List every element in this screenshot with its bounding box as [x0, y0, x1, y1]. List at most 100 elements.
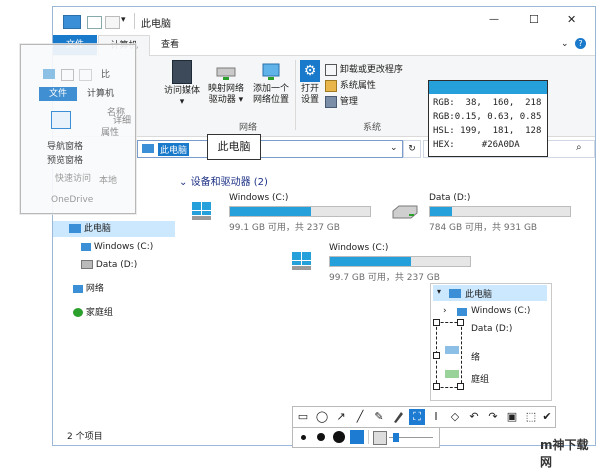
picker-row-hsl: HSL: 199, 181, 128 [433, 125, 541, 138]
address-path: 此电脑 [158, 143, 190, 156]
done-button[interactable]: ✔ [539, 409, 555, 425]
rectangle-tool[interactable]: ▭ [295, 409, 311, 425]
chevron-down-icon[interactable]: ⌄ [561, 39, 569, 49]
new-folder-icon[interactable] [105, 16, 120, 29]
nav-item-data-d[interactable]: Data (D:) [81, 257, 137, 273]
manage-label: 管理 [339, 97, 358, 107]
mosaic-pattern-icon[interactable] [350, 430, 364, 444]
system-properties-item[interactable]: 系统属性 [325, 78, 445, 94]
minimize-button[interactable]: — [489, 14, 499, 25]
copy-button[interactable]: ⬚ [523, 409, 539, 425]
open-settings-sub: 设置 [300, 95, 319, 105]
size-small-icon[interactable] [301, 435, 306, 440]
drive-data-d[interactable]: Data (D:) 784 GB 可用，共 931 GB [387, 191, 587, 235]
system-group-label: 系统 [362, 123, 381, 133]
color-picker-panel: RGB: 38, 160, 218 RGB:0.15, 0.63, 0.85 H… [428, 80, 548, 157]
window-title: 此电脑 [141, 19, 171, 30]
network-drive-icon [215, 60, 237, 82]
eraser-tool[interactable]: ◇ [447, 409, 463, 425]
nav-item-network[interactable]: 网络 [73, 281, 104, 297]
computer-icon [449, 289, 461, 298]
resize-handle[interactable] [457, 319, 464, 326]
drive-windows-c[interactable]: Windows (C:) 99.1 GB 可用，共 237 GB [187, 191, 377, 235]
hard-drive-icon [391, 205, 419, 219]
redo-button[interactable]: ↷ [485, 409, 501, 425]
marker-tool[interactable] [390, 409, 406, 425]
properties-icon[interactable] [87, 16, 102, 29]
nav-item-windows-c[interactable]: Windows (C:) [81, 239, 153, 255]
open-settings-button[interactable]: ⚙ 打开 设置 [297, 60, 323, 106]
undo-button[interactable]: ↶ [466, 409, 482, 425]
close-button[interactable]: ✕ [567, 13, 576, 26]
ghost-quick-access: 快速访问 [55, 174, 92, 184]
drive-icon [457, 308, 467, 316]
title-bar: ▾ 此电脑 — ☐ ✕ [53, 7, 595, 35]
nav-item-homegroup[interactable]: 家庭组 [73, 305, 113, 321]
drive-icon [81, 242, 91, 251]
chevron-down-icon[interactable]: ▾ [121, 15, 126, 25]
row-label: RGB: [433, 98, 455, 108]
ellipse-tool[interactable]: ◯ [314, 409, 330, 425]
color-swatch [429, 81, 547, 94]
drive-icon [81, 260, 93, 269]
access-media-button[interactable]: 访问媒体 ▾ [161, 60, 203, 108]
open-settings-label: 打开 [300, 84, 319, 94]
add-location-sub: 网络位置 [252, 95, 289, 105]
resize-handle[interactable] [433, 383, 440, 390]
network-icon [73, 284, 83, 293]
map-network-drive-button[interactable]: 映射网络 驱动器 ▾ [205, 60, 247, 106]
nav-label: Windows (C:) [93, 242, 154, 252]
homegroup-icon [73, 308, 83, 317]
ghost-tab-file: 文件 [39, 87, 77, 101]
drive-name: Windows (C:) [329, 243, 389, 253]
new-folder-icon [79, 69, 92, 81]
uninstall-label: 卸载或更改程序 [339, 65, 403, 75]
mosaic-tool[interactable]: ⛶ [409, 409, 425, 425]
devices-group-header[interactable]: ⌄ 设备和驱动器 (2) [179, 173, 268, 188]
system-small-items: 卸载或更改程序 系统属性 管理 [325, 62, 445, 110]
drive-usage-fill [230, 207, 312, 216]
ribbon-divider [295, 60, 296, 130]
resize-handle[interactable] [457, 383, 464, 390]
resize-handle[interactable] [433, 319, 440, 326]
computer-icon [63, 15, 81, 29]
ghost-tab-computer: 计算机 [87, 89, 115, 99]
save-button[interactable]: ▣ [504, 409, 520, 425]
nav-item-this-pc[interactable]: 此电脑 [53, 221, 175, 237]
help-icon[interactable]: ? [575, 38, 586, 49]
drive-windows-c-copy[interactable]: Windows (C:) 99.7 GB 可用，共 237 GB [287, 241, 487, 285]
size-slider-thumb[interactable] [393, 433, 399, 442]
group-title: 设备和驱动器 (2) [190, 177, 268, 188]
drive-usage-fill [330, 257, 412, 266]
add-location-label: 添加一个 [252, 84, 289, 94]
address-input[interactable]: 此电脑 ⌄ [137, 140, 403, 158]
ghost-local: 本地 [99, 176, 118, 186]
text-tool[interactable]: I [428, 409, 444, 425]
manage-icon [325, 95, 337, 108]
maximize-button[interactable]: ☐ [529, 13, 539, 26]
windows-drive-icon [191, 201, 213, 221]
size-large-icon[interactable] [333, 431, 345, 443]
resize-handle[interactable] [433, 352, 440, 359]
computer-icon [142, 144, 154, 153]
pen-tool[interactable]: ✎ [371, 409, 387, 425]
refresh-button[interactable]: ↻ [403, 140, 421, 158]
chevron-down-icon[interactable]: ⌄ [390, 143, 398, 153]
ghost-preview-pane: 预览窗格 [47, 156, 84, 166]
add-network-location-button[interactable]: 添加一个 网络位置 [249, 60, 293, 106]
picker-row-rgb: RGB: 38, 160, 218 [433, 97, 541, 110]
watermark-logo: m神下载网 [540, 438, 589, 469]
magnifier-panel: ▾ 此电脑 › Windows (C:) Data (D:) 络 庭组 [430, 283, 552, 401]
row-label: HSL: [433, 126, 455, 136]
arrow-tool[interactable]: ↗ [333, 409, 349, 425]
blurred-icon [445, 370, 459, 378]
uninstall-program-item[interactable]: 卸载或更改程序 [325, 62, 445, 78]
tab-view[interactable]: 查看 [151, 35, 189, 55]
access-media-sub: ▾ [179, 97, 185, 107]
line-tool[interactable]: ╱ [352, 409, 368, 425]
manage-item[interactable]: 管理 [325, 94, 445, 110]
drive-usage-bar [229, 206, 371, 217]
chevron-right-icon: › [443, 306, 447, 316]
size-medium-icon[interactable] [317, 433, 325, 441]
gear-icon: ⚙ [300, 60, 320, 82]
